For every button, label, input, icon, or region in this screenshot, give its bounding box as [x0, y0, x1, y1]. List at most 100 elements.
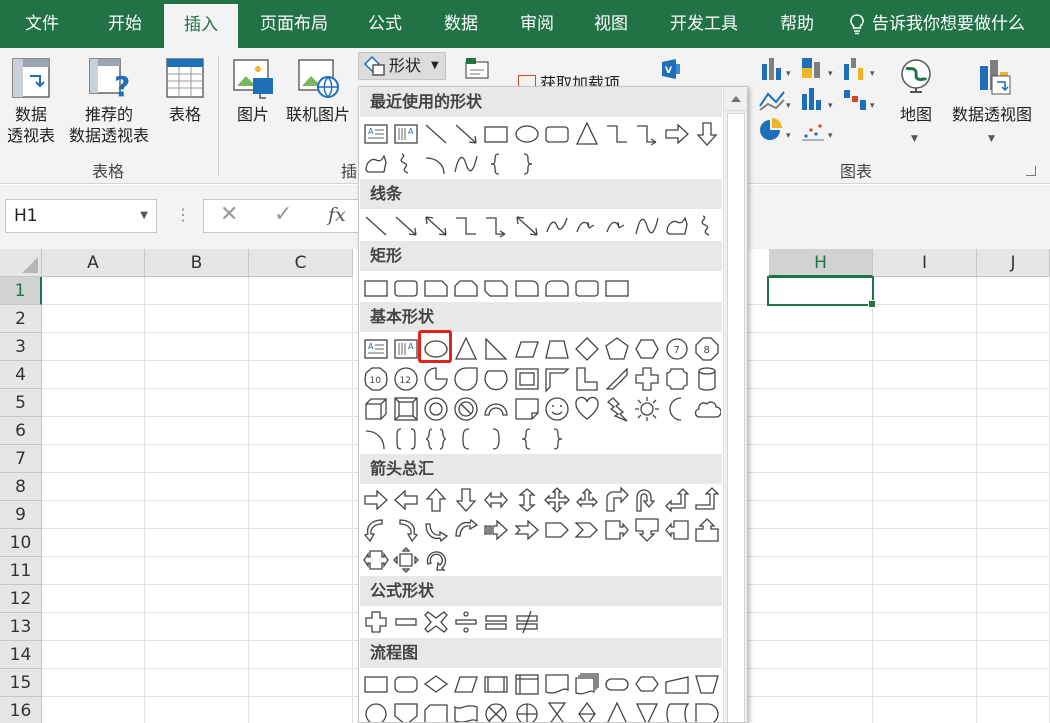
- snip2-icon[interactable]: [452, 274, 480, 302]
- visio-icon[interactable]: V: [660, 58, 682, 80]
- table-button[interactable]: 表格: [158, 56, 212, 125]
- wave-icon[interactable]: [452, 150, 480, 178]
- tab-help[interactable]: 帮助: [766, 0, 828, 48]
- cube-icon[interactable]: [362, 395, 390, 423]
- dblarrow-icon[interactable]: [513, 212, 541, 240]
- rarrow-icon[interactable]: [663, 120, 691, 148]
- tab-data[interactable]: 数据: [428, 0, 494, 48]
- rbrace-icon[interactable]: [513, 150, 541, 178]
- vtextbox-icon[interactable]: A: [392, 120, 420, 148]
- curvedl-icon[interactable]: [392, 516, 420, 544]
- halfframe-icon[interactable]: [543, 365, 571, 393]
- noteq-icon[interactable]: [513, 608, 541, 636]
- chevron-icon[interactable]: [573, 516, 601, 544]
- row-header-4[interactable]: 4: [0, 361, 42, 389]
- fcoll-icon[interactable]: [543, 700, 571, 722]
- curvedr-icon[interactable]: [362, 516, 390, 544]
- hexa-icon[interactable]: [633, 335, 661, 363]
- arc-icon[interactable]: [422, 150, 450, 178]
- mult-icon[interactable]: [422, 608, 450, 636]
- ftape-icon[interactable]: [452, 700, 480, 722]
- leftup-icon[interactable]: [663, 486, 691, 514]
- fpre-icon[interactable]: [482, 670, 510, 698]
- row-header-5[interactable]: 5: [0, 389, 42, 417]
- cloud-icon[interactable]: [693, 395, 722, 423]
- snip1-icon[interactable]: [422, 274, 450, 302]
- gallery-scrollbar[interactable]: [723, 87, 747, 722]
- fmanop-icon[interactable]: [693, 670, 721, 698]
- fpage-icon[interactable]: [392, 700, 420, 722]
- fsum-icon[interactable]: [482, 700, 510, 722]
- darrow-icon[interactable]: [452, 486, 480, 514]
- lbracket-icon[interactable]: [452, 425, 480, 453]
- textbox-icon[interactable]: A: [362, 120, 390, 148]
- active-cell-h1[interactable]: [767, 276, 876, 308]
- plus-icon[interactable]: [362, 608, 390, 636]
- hepta-icon[interactable]: 7: [663, 335, 691, 363]
- fdec-icon[interactable]: [422, 670, 450, 698]
- tri-icon[interactable]: [573, 120, 601, 148]
- row-header-6[interactable]: 6: [0, 417, 42, 445]
- falt-icon[interactable]: [392, 670, 420, 698]
- lightning-icon[interactable]: [603, 395, 631, 423]
- chevron-down-icon[interactable]: ▼: [140, 200, 148, 232]
- round1-icon[interactable]: [513, 274, 541, 302]
- fdata-icon[interactable]: [452, 670, 480, 698]
- select-all-corner[interactable]: [0, 249, 42, 277]
- column-header-c[interactable]: C: [249, 249, 353, 277]
- rbrace-icon[interactable]: [543, 425, 571, 453]
- blockarc-icon[interactable]: [482, 395, 510, 423]
- uarrow-icon[interactable]: [422, 486, 450, 514]
- column-header-j[interactable]: J: [977, 249, 1050, 277]
- donut-icon[interactable]: [422, 395, 450, 423]
- bevel-icon[interactable]: [392, 395, 420, 423]
- elbow-icon[interactable]: [603, 120, 631, 148]
- tab-page-layout[interactable]: 页面布局: [246, 0, 342, 48]
- smartart-icon[interactable]: [462, 56, 492, 82]
- dblarrow-icon[interactable]: [422, 212, 450, 240]
- diag-icon[interactable]: [603, 365, 631, 393]
- cross-icon[interactable]: [633, 365, 661, 393]
- lshape-icon[interactable]: [573, 365, 601, 393]
- chevron-down-icon[interactable]: ▼: [911, 134, 918, 144]
- elbowarrow-icon[interactable]: [482, 212, 510, 240]
- row-header-13[interactable]: 13: [0, 613, 42, 641]
- minus-icon[interactable]: [392, 608, 420, 636]
- online-picture-button[interactable]: 联机图片: [280, 56, 356, 125]
- tri-icon[interactable]: [452, 335, 480, 363]
- enter-icon[interactable]: ✓: [274, 202, 292, 227]
- curvedd-icon[interactable]: [452, 516, 480, 544]
- curvearrow-icon[interactable]: [573, 212, 601, 240]
- heart-icon[interactable]: [573, 395, 601, 423]
- curvearrow-icon[interactable]: [603, 212, 631, 240]
- div-icon[interactable]: [452, 608, 480, 636]
- tab-developer[interactable]: 开发工具: [656, 0, 752, 48]
- sun-icon[interactable]: [633, 395, 661, 423]
- octa-icon[interactable]: 8: [693, 335, 721, 363]
- dcallout-icon[interactable]: [633, 516, 661, 544]
- fterm-icon[interactable]: [603, 670, 631, 698]
- elbow-icon[interactable]: [452, 212, 480, 240]
- fdoc-icon[interactable]: [543, 670, 571, 698]
- line-icon[interactable]: [362, 212, 390, 240]
- column-header-i[interactable]: I: [873, 249, 977, 277]
- row-header-16[interactable]: 16: [0, 697, 42, 723]
- para-icon[interactable]: [513, 335, 541, 363]
- can-icon[interactable]: [693, 365, 721, 393]
- row-header-15[interactable]: 15: [0, 669, 42, 697]
- fdelay-icon[interactable]: [693, 700, 721, 722]
- row-header-2[interactable]: 2: [0, 305, 42, 333]
- elbowarrow-icon[interactable]: [633, 120, 661, 148]
- rrect-icon[interactable]: [573, 274, 601, 302]
- penta-icon[interactable]: [603, 335, 631, 363]
- for-icon[interactable]: [513, 700, 541, 722]
- recommended-pivot-button[interactable]: ? 推荐的 数据透视表: [62, 56, 156, 146]
- striped-icon[interactable]: [482, 516, 510, 544]
- quadcallout-icon[interactable]: [392, 546, 420, 574]
- name-box[interactable]: H1 ▼: [5, 199, 157, 233]
- dialog-launcher-icon[interactable]: [1026, 166, 1036, 176]
- rarc-icon[interactable]: [362, 425, 390, 453]
- darrow-icon[interactable]: [693, 120, 721, 148]
- fconn-icon[interactable]: [362, 700, 390, 722]
- diamond-icon[interactable]: [573, 335, 601, 363]
